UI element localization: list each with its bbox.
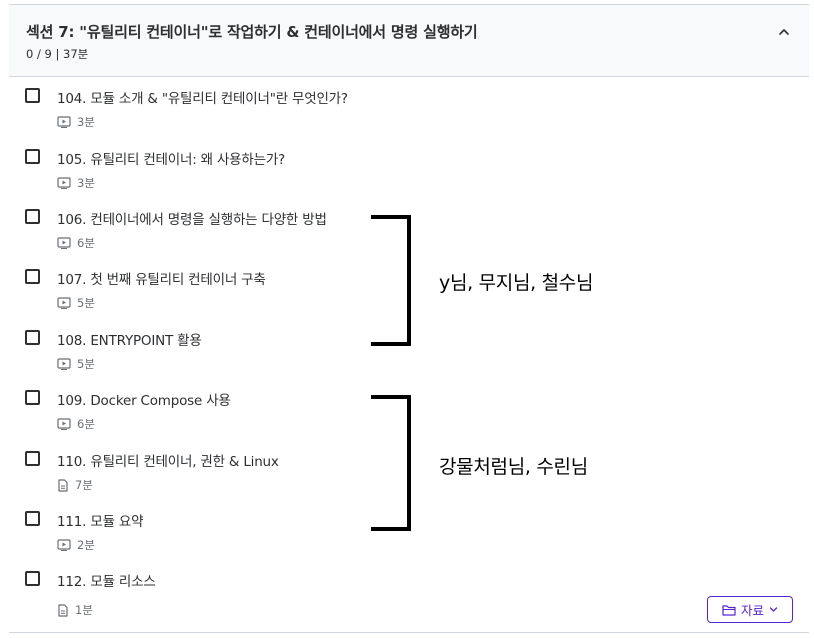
lecture-duration: 2분 (77, 538, 95, 552)
document-icon (58, 478, 68, 492)
resources-dropdown-button[interactable]: 자료 (707, 596, 793, 623)
lecture-checkbox[interactable] (25, 330, 40, 345)
lecture-duration: 5분 (77, 296, 95, 310)
lecture-checkbox[interactable] (25, 209, 40, 224)
lecture-meta: 3분 (57, 175, 95, 191)
lecture-duration: 5분 (77, 357, 95, 371)
group-annotation: y님, 무지님, 철수님 (439, 272, 594, 294)
section-header[interactable]: 섹션 7: "유틸리티 컨테이너"로 작업하기 & 컨테이너에서 명령 실행하기… (9, 4, 809, 77)
lecture-title[interactable]: 108. ENTRYPOINT 활용 (57, 329, 202, 349)
lecture-title[interactable]: 110. 유틸리티 컨테이너, 권한 & Linux (57, 450, 279, 470)
lecture-meta: 5분 (57, 295, 95, 311)
lecture-item[interactable]: 104. 모듈 소개 & "유틸리티 컨테이너"란 무엇인가? 3분 (0, 87, 560, 147)
lecture-checkbox[interactable] (25, 88, 40, 103)
lecture-title[interactable]: 112. 모듈 리소스 (57, 570, 156, 590)
video-icon (57, 539, 71, 551)
chevron-up-icon[interactable] (777, 25, 791, 39)
lecture-duration: 6분 (77, 417, 95, 431)
lecture-checkbox[interactable] (25, 269, 40, 284)
section-progress: 0 / 9 | 37분 (26, 47, 89, 61)
lecture-title[interactable]: 106. 컨테이너에서 명령을 실행하는 다양한 방법 (57, 208, 327, 228)
lecture-duration: 3분 (77, 115, 95, 129)
lecture-item[interactable]: 109. Docker Compose 사용 6분 (0, 389, 560, 449)
lecture-item[interactable]: 108. ENTRYPOINT 활용 5분 (0, 329, 560, 389)
lecture-duration: 1분 (75, 603, 93, 617)
lecture-duration: 3분 (77, 176, 95, 190)
lecture-checkbox[interactable] (25, 390, 40, 405)
lecture-checkbox[interactable] (25, 149, 40, 164)
lecture-item[interactable]: 106. 컨테이너에서 명령을 실행하는 다양한 방법 6분 (0, 208, 560, 268)
lecture-duration: 7분 (75, 478, 93, 492)
lecture-title[interactable]: 105. 유틸리티 컨테이너: 왜 사용하는가? (57, 148, 285, 168)
lecture-meta: 6분 (57, 235, 95, 251)
divider (9, 632, 809, 633)
lecture-meta: 5분 (57, 356, 95, 372)
group-annotation: 강물처럼님, 수린님 (439, 456, 588, 478)
section-title: 섹션 7: "유틸리티 컨테이너"로 작업하기 & 컨테이너에서 명령 실행하기 (26, 23, 478, 41)
video-icon (57, 116, 71, 128)
group-bracket (371, 395, 411, 531)
lecture-title[interactable]: 109. Docker Compose 사용 (57, 389, 231, 409)
video-icon (57, 418, 71, 430)
lecture-checkbox[interactable] (25, 571, 40, 586)
lecture-checkbox[interactable] (25, 511, 40, 526)
lecture-title[interactable]: 107. 첫 번째 유틸리티 컨테이너 구축 (57, 268, 266, 288)
lecture-title[interactable]: 111. 모듈 요약 (57, 510, 144, 530)
lecture-meta: 7분 (57, 477, 93, 493)
video-icon (57, 177, 71, 189)
lecture-meta: 1분 (57, 602, 93, 618)
document-icon (58, 603, 68, 617)
group-bracket (371, 215, 411, 346)
lecture-checkbox[interactable] (25, 451, 40, 466)
lecture-duration: 6분 (77, 236, 95, 250)
lecture-meta: 2분 (57, 537, 95, 553)
lecture-meta: 6분 (57, 416, 95, 432)
video-icon (57, 237, 71, 249)
lecture-item[interactable]: 105. 유틸리티 컨테이너: 왜 사용하는가? 3분 (0, 148, 560, 208)
lecture-meta: 3분 (57, 114, 95, 130)
lecture-title[interactable]: 104. 모듈 소개 & "유틸리티 컨테이너"란 무엇인가? (57, 87, 348, 107)
chevron-down-icon (769, 607, 778, 612)
lecture-item[interactable]: 111. 모듈 요약 2분 (0, 510, 560, 570)
video-icon (57, 358, 71, 370)
resources-label: 자료 (740, 603, 764, 618)
course-curriculum-panel: 섹션 7: "유틸리티 컨테이너"로 작업하기 & 컨테이너에서 명령 실행하기… (0, 0, 814, 638)
folder-icon (722, 604, 736, 616)
lecture-item[interactable]: 112. 모듈 리소스 1분 (0, 570, 560, 630)
video-icon (57, 297, 71, 309)
